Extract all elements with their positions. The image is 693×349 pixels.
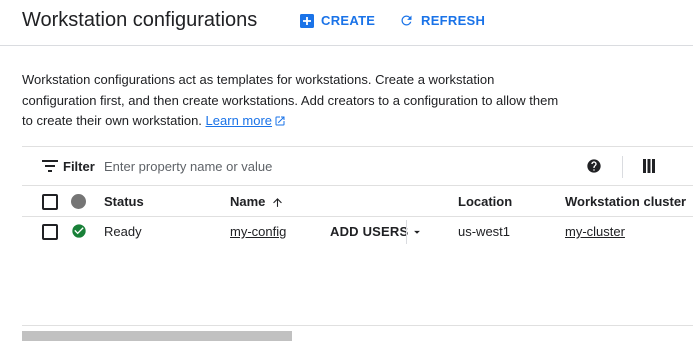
filter-list-icon[interactable]: [42, 160, 58, 172]
row-checkbox[interactable]: [42, 224, 58, 240]
filter-bar: Filter: [22, 146, 693, 186]
learn-more-link[interactable]: Learn more: [206, 113, 272, 128]
description: Workstation configurations act as templa…: [22, 70, 562, 132]
toolbar-divider: [622, 156, 623, 178]
row-name-link[interactable]: my-config: [230, 224, 286, 239]
select-all-checkbox[interactable]: [42, 194, 58, 210]
refresh-button-label: REFRESH: [421, 13, 486, 28]
arrow-drop-down-icon[interactable]: [410, 225, 424, 239]
add-users-button[interactable]: ADD USERS: [330, 224, 408, 239]
column-header-name-label: Name: [230, 194, 266, 209]
add-users-divider: [406, 220, 407, 244]
horizontal-scrollbar-thumb[interactable]: [22, 331, 292, 341]
table-header: Status Name Location Workstation cluster: [22, 186, 693, 217]
filter-label: Filter: [63, 159, 95, 174]
row-cluster-link[interactable]: my-cluster: [565, 224, 625, 239]
column-header-name[interactable]: Name: [230, 194, 284, 209]
status-column-icon: [71, 194, 86, 209]
add-box-icon: [300, 13, 314, 28]
open-in-new-icon[interactable]: [274, 115, 286, 127]
table-bottom-divider: [22, 325, 693, 326]
row-location: us-west1: [458, 224, 511, 239]
filter-input[interactable]: [104, 156, 544, 176]
column-display-icon[interactable]: [643, 159, 655, 173]
description-text: Workstation configurations act as templa…: [22, 72, 559, 128]
refresh-button[interactable]: REFRESH: [399, 13, 485, 28]
help-icon[interactable]: [586, 158, 602, 174]
column-header-status[interactable]: Status: [104, 194, 144, 209]
arrow-upward-icon[interactable]: [271, 196, 284, 209]
create-button[interactable]: CREATE: [300, 13, 375, 28]
column-header-cluster[interactable]: Workstation cluster: [565, 194, 686, 209]
create-button-label: CREATE: [321, 13, 376, 28]
table-row: Ready my-config ADD USERS us-west1 my-cl…: [22, 217, 693, 247]
refresh-icon: [401, 15, 412, 26]
page-header: Workstation configurations CREATE REFRES…: [0, 0, 693, 46]
check-circle-icon: [72, 224, 86, 238]
column-header-location[interactable]: Location: [458, 194, 512, 209]
learn-more-label: Learn more: [205, 113, 273, 128]
page-title: Workstation configurations: [22, 9, 258, 31]
row-status: Ready: [104, 224, 142, 239]
